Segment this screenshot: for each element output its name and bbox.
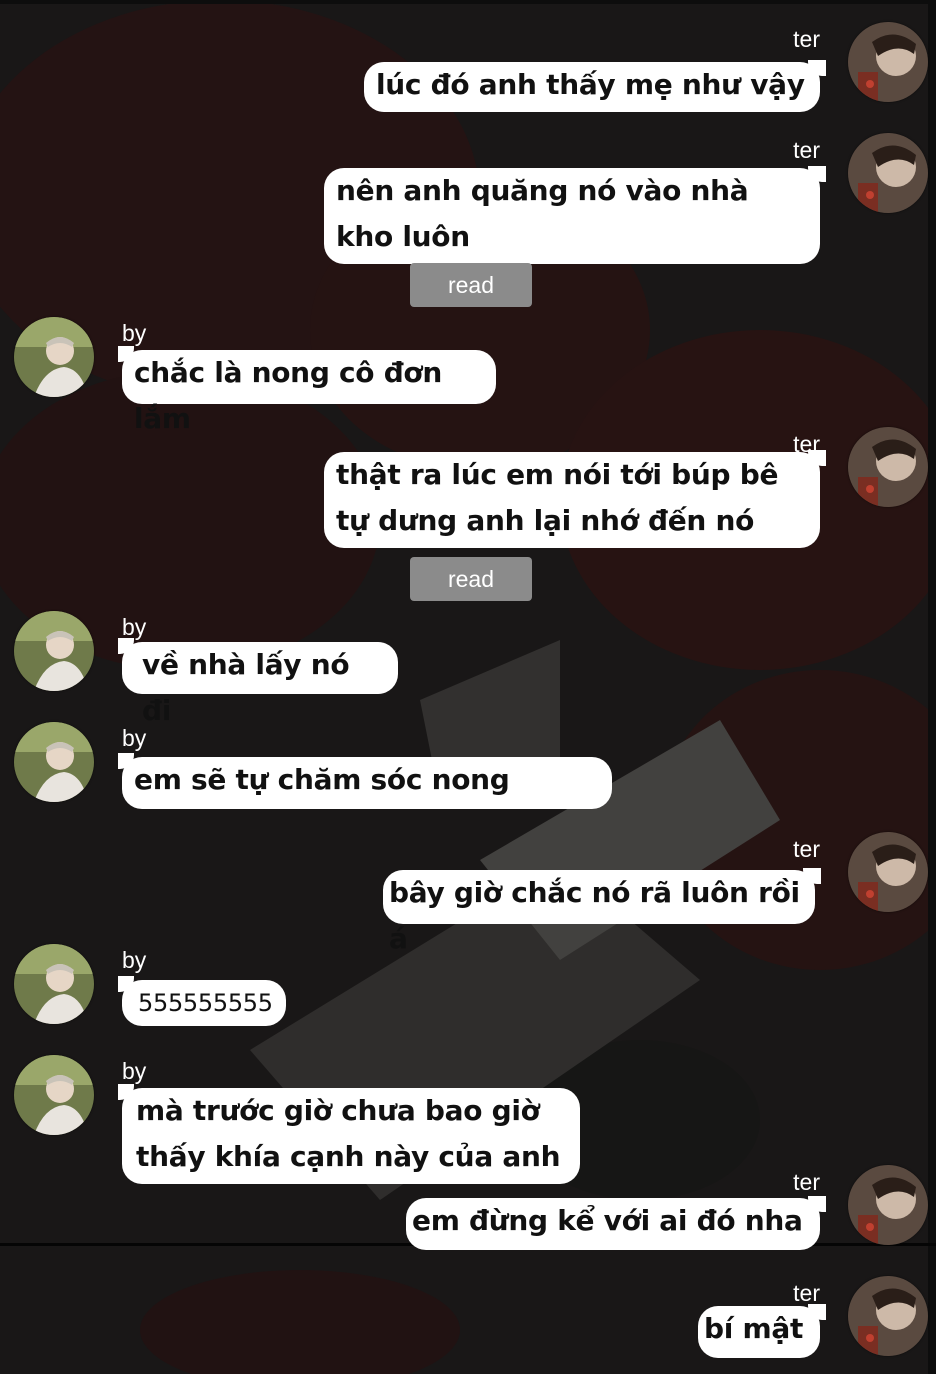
sender-name: ter xyxy=(793,26,820,52)
message-bubble[interactable]: mà trước giờ chưa bao giờ thấy khía cạnh… xyxy=(118,1084,580,1184)
message-bubble[interactable]: em đừng kể với ai đó nha xyxy=(406,1196,826,1250)
message-bubble[interactable]: thật ra lúc em nói tới búp bê tự dưng an… xyxy=(324,450,826,548)
message-text: bí mật xyxy=(704,1312,804,1345)
sender-name: ter xyxy=(793,836,820,862)
avatar-by[interactable] xyxy=(14,944,94,1024)
message-bubble[interactable]: 555555555 xyxy=(118,976,286,1026)
message-bubble[interactable]: em sẽ tự chăm sóc nong xyxy=(118,753,612,809)
read-receipt: read xyxy=(410,557,532,601)
message-text: thật ra lúc em nói tới búp bê tự dưng an… xyxy=(336,458,779,537)
top-edge xyxy=(0,0,936,4)
message-bubble[interactable]: nên anh quăng nó vào nhà kho luôn xyxy=(324,166,826,264)
sender-name: by xyxy=(122,1058,147,1084)
avatar-by[interactable] xyxy=(14,1055,94,1135)
avatar-ter[interactable] xyxy=(848,22,928,102)
avatar-ter[interactable] xyxy=(848,832,928,912)
message-bubble[interactable]: chắc là nong cô đơn lắm xyxy=(118,346,496,435)
sender-name: ter xyxy=(793,1280,820,1306)
read-receipt: read xyxy=(410,263,532,307)
avatar-by[interactable] xyxy=(14,317,94,397)
avatar-ter[interactable] xyxy=(848,1165,928,1245)
message-bubble[interactable]: bây giờ chắc nó rã luôn rồi á xyxy=(383,868,821,955)
message-text: nên anh quăng nó vào nhà kho luôn xyxy=(336,174,749,253)
message-text: em đừng kể với ai đó nha xyxy=(412,1204,803,1237)
sender-name: ter xyxy=(793,1169,820,1195)
message-text: mà trước giờ chưa bao giờ thấy khía cạnh… xyxy=(136,1094,561,1173)
avatar-ter[interactable] xyxy=(848,133,928,213)
message-text: lúc đó anh thấy mẹ như vậy xyxy=(376,68,805,101)
right-edge xyxy=(928,0,936,1374)
sender-name: by xyxy=(122,320,147,346)
avatar-ter[interactable] xyxy=(848,427,928,507)
sender-name: ter xyxy=(793,137,820,163)
message-bubble[interactable]: về nhà lấy nó đi xyxy=(118,638,398,727)
avatar-by[interactable] xyxy=(14,722,94,802)
avatar-by[interactable] xyxy=(14,611,94,691)
avatar-ter[interactable] xyxy=(848,1276,928,1356)
sender-name: by xyxy=(122,947,147,973)
message-bubble[interactable]: bí mật xyxy=(698,1304,826,1358)
sender-name: by xyxy=(122,614,147,640)
message-text: 555555555 xyxy=(138,989,273,1017)
sender-name: by xyxy=(122,725,147,751)
message-bubble[interactable]: lúc đó anh thấy mẹ như vậy xyxy=(364,60,826,112)
message-text: em sẽ tự chăm sóc nong xyxy=(134,763,510,796)
